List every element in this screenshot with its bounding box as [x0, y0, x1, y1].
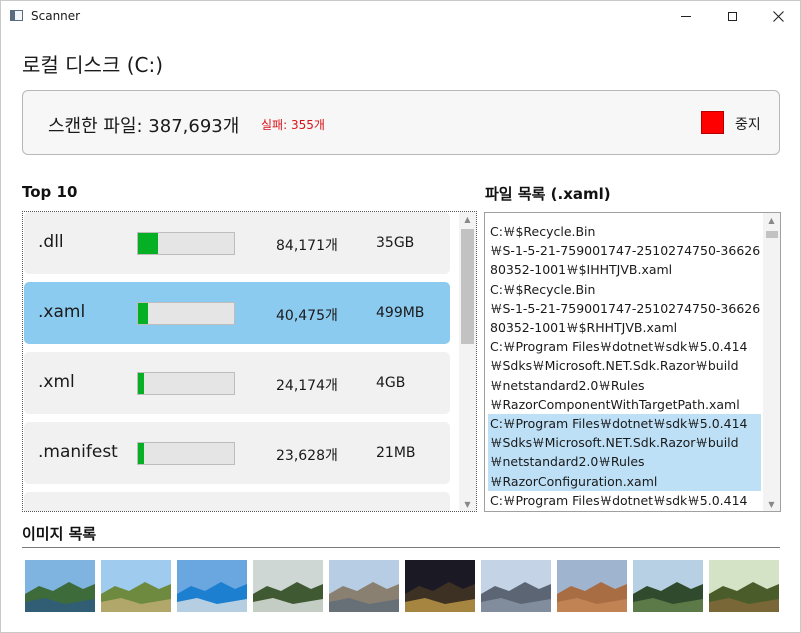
close-button[interactable]: [755, 1, 801, 32]
file-path-line: C:￦Program Files￦dotnet￦sdk￦5.0.414: [490, 339, 748, 355]
minimize-button[interactable]: [663, 1, 709, 32]
scroll-thumb[interactable]: [766, 231, 778, 238]
scanned-files-label: 스캔한 파일: 387,693개: [48, 116, 240, 137]
scroll-up-icon[interactable]: ▲: [459, 212, 476, 226]
scroll-down-icon[interactable]: ▼: [763, 497, 780, 511]
file-path-line: C:￦$Recycle.Bin: [490, 224, 596, 239]
night-square-thumbnail[interactable]: [405, 560, 475, 612]
scroll-up-icon[interactable]: ▲: [763, 213, 780, 227]
failed-files-label: 실패: 355개: [261, 118, 325, 132]
waterfall-thumbnail[interactable]: [253, 560, 323, 612]
thumbnail-image: [633, 560, 703, 612]
file-list-item[interactable]: C:￦Program Files￦dotnet￦sdk￦5.0.414 ￦Sdks…: [488, 414, 761, 491]
share-progress-fill: [138, 233, 158, 254]
top10-row[interactable]: .xml 24,174개 4GB: [24, 352, 450, 414]
top10-row[interactable]: .xaml 40,475개 499MB: [24, 282, 450, 344]
thumbnail-image: [177, 560, 247, 612]
thumbnail-image: [253, 560, 323, 612]
file-list-scrollbar[interactable]: ▲ ▼: [763, 213, 780, 511]
share-progress-bar: [137, 302, 235, 325]
stop-icon[interactable]: [701, 111, 724, 134]
thumbnail-image: [709, 560, 779, 612]
file-path-line: C:￦Program Files￦dotnet￦sdk￦5.0.414: [490, 416, 748, 431]
skyline-thumbnail[interactable]: [481, 560, 551, 612]
extension-label: .manifest: [38, 442, 118, 462]
share-progress-bar: [137, 442, 235, 465]
top10-scrollbar[interactable]: ▲ ▼: [459, 212, 476, 511]
file-path-line: ￦netstandard2.0￦Rules: [490, 377, 645, 393]
top10-title: Top 10: [22, 183, 78, 201]
top10-list[interactable]: .dll 84,171개 35GB .xaml 40,475개 499MB .xml 24,1…: [22, 211, 477, 512]
total-size-label: 499MB: [376, 305, 425, 321]
coast-cliffs-thumbnail[interactable]: [101, 560, 171, 612]
thumbnail-image: [405, 560, 475, 612]
file-path-line: ￦netstandard2.0￦Rules: [490, 454, 645, 470]
file-count-label: 24,174개: [276, 378, 338, 394]
file-path-line: ￦RazorComponentWithTargetPath.xaml: [490, 396, 740, 412]
scroll-down-icon[interactable]: ▼: [459, 497, 476, 511]
total-size-label: 4GB: [376, 375, 406, 391]
window-title: Scanner: [31, 9, 81, 23]
file-count-label: 40,475개: [276, 308, 338, 324]
scan-status-panel: 스캔한 파일: 387,693개 실패: 355개 중지: [22, 90, 780, 155]
extension-label: .dll: [38, 232, 64, 252]
file-path-line: ￦Sdks￦Microsoft.NET.Sdk.Razor￦build: [490, 435, 739, 451]
maximize-button[interactable]: [709, 1, 755, 32]
file-list-item[interactable]: C:￦Program Files￦dotnet￦sdk￦5.0.414 ￦Sdks…: [488, 337, 761, 414]
thumbnail-image: [25, 560, 95, 612]
share-progress-fill: [138, 303, 148, 324]
share-progress-fill: [138, 373, 144, 394]
scanner-window: Scanner 로컬 디스크 (C:) 스캔한 파일: 387,693개 실패:…: [0, 0, 801, 633]
image-list-divider: [22, 547, 780, 548]
file-list-title: 파일 목록 (.xaml): [485, 185, 611, 203]
file-list-item[interactable]: C:￦Program Files￦dotnet￦sdk￦5.0.414: [488, 491, 761, 510]
total-size-label: 21MB: [376, 445, 416, 461]
app-icon: [10, 10, 23, 21]
city-street-thumbnail[interactable]: [329, 560, 399, 612]
file-path-line: C:￦$Recycle.Bin: [490, 281, 596, 297]
file-list-item[interactable]: C:￦$Recycle.Bin ￦S-1-5-21-759001747-25102…: [488, 280, 761, 338]
cliff-vegetation-thumbnail[interactable]: [709, 560, 779, 612]
scroll-thumb[interactable]: [461, 229, 474, 344]
file-list[interactable]: C:￦$Recycle.Bin ￦S-1-5-21-759001747-25102…: [484, 212, 781, 512]
image-list-title: 이미지 목록: [22, 525, 97, 543]
share-progress-bar: [137, 372, 235, 395]
aquarium-show-thumbnail[interactable]: [177, 560, 247, 612]
thumbnail-image: [557, 560, 627, 612]
file-path-line: C:￦Program Files￦dotnet￦sdk￦5.0.414: [490, 492, 748, 508]
file-count-label: 23,628개: [276, 448, 338, 464]
close-icon: [772, 11, 784, 22]
canyon-thumbnail[interactable]: [557, 560, 627, 612]
file-path-line: ￦S-1-5-21-759001747-2510274750-36626: [490, 300, 761, 316]
thumbnail-image: [481, 560, 551, 612]
thumbnail-image: [329, 560, 399, 612]
file-count-label: 84,171개: [276, 238, 338, 254]
forest-trail-thumbnail[interactable]: [633, 560, 703, 612]
extension-label: .xaml: [38, 302, 86, 322]
share-progress-bar: [137, 232, 235, 255]
file-path-line: 80352-1001￦$RHHTJVB.xaml: [490, 320, 678, 335]
extension-label: .xml: [38, 372, 75, 392]
file-path-line: ￦Sdks￦Microsoft.NET.Sdk.Razor￦build: [490, 358, 739, 374]
thumbnail-image: [101, 560, 171, 612]
file-path-line: ￦RazorConfiguration.xaml: [490, 473, 658, 489]
top10-row[interactable]: [24, 492, 450, 511]
file-path-line: ￦S-1-5-21-759001747-2510274750-36626: [490, 243, 761, 259]
minimize-icon: [681, 16, 691, 17]
total-size-label: 35GB: [376, 235, 415, 251]
palm-lake-thumbnail[interactable]: [25, 560, 95, 612]
drive-title: 로컬 디스크 (C:): [22, 53, 164, 77]
stop-button-label[interactable]: 중지: [735, 114, 761, 134]
file-path-line: 80352-1001￦$IHHTJVB.xaml: [490, 262, 673, 278]
title-bar[interactable]: Scanner: [1, 1, 800, 32]
top10-row[interactable]: .dll 84,171개 35GB: [24, 212, 450, 274]
share-progress-fill: [138, 443, 144, 464]
file-list-item[interactable]: C:￦$Recycle.Bin ￦S-1-5-21-759001747-25102…: [488, 222, 761, 280]
maximize-icon: [727, 12, 737, 21]
top10-row[interactable]: .manifest 23,628개 21MB: [24, 422, 450, 484]
